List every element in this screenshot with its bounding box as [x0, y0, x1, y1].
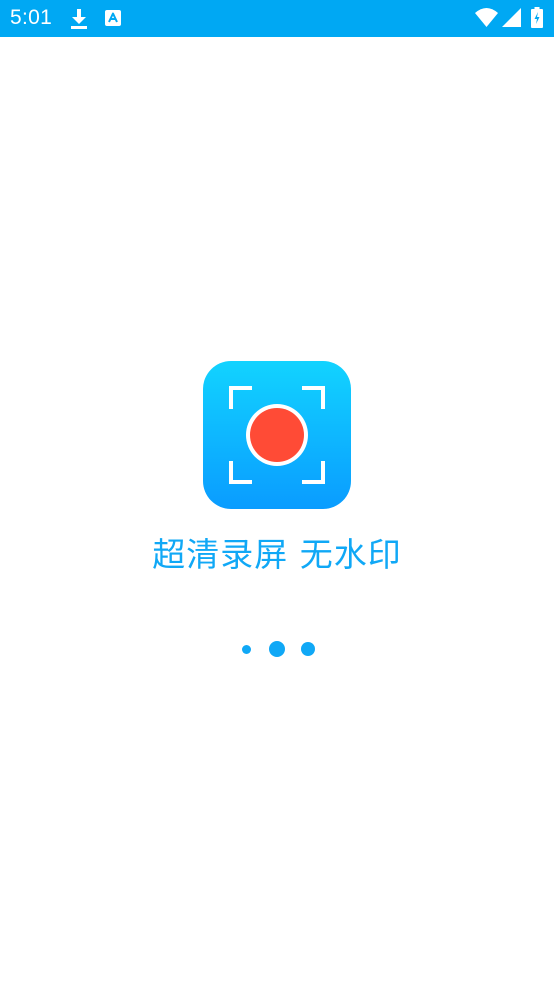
tagline: 超清录屏 无水印 [152, 535, 402, 574]
loading-dot [242, 645, 251, 654]
download-icon [70, 8, 88, 29]
battery-icon [531, 7, 543, 28]
splash-screen: 超清录屏 无水印 [0, 37, 554, 984]
signal-icon [502, 8, 521, 27]
wifi-icon [475, 8, 498, 27]
app-logo [203, 361, 351, 509]
loading-indicator [0, 639, 554, 659]
app-a-icon [105, 10, 121, 26]
status-bar: 5:01 [0, 0, 554, 37]
loading-dot [301, 642, 315, 656]
screen-record-icon [229, 386, 325, 484]
status-time: 5:01 [10, 6, 53, 29]
loading-dot [269, 641, 285, 657]
